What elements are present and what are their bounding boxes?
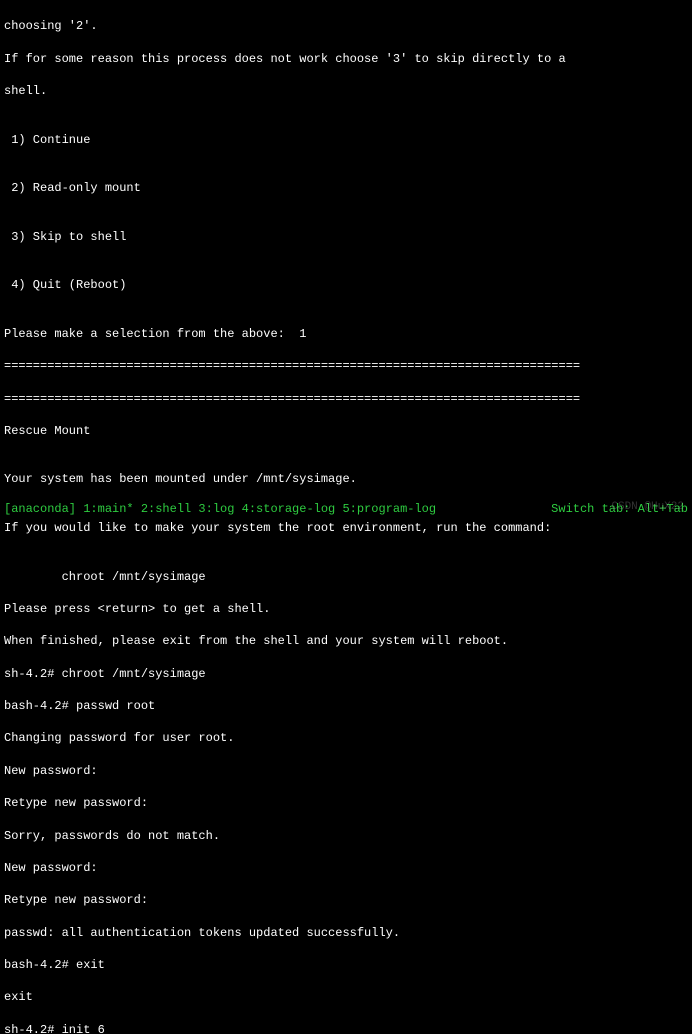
terminal-line: bash-4.2# passwd root xyxy=(4,698,688,714)
terminal-line: sh-4.2# chroot /mnt/sysimage xyxy=(4,666,688,682)
terminal-line: When finished, please exit from the shel… xyxy=(4,633,688,649)
terminal-line: exit xyxy=(4,989,688,1005)
terminal-line: chroot /mnt/sysimage xyxy=(4,569,688,585)
terminal-line: Changing password for user root. xyxy=(4,730,688,746)
terminal-line: 2) Read-only mount xyxy=(4,180,688,196)
terminal-line: choosing '2'. xyxy=(4,18,688,34)
terminal-line: New password: xyxy=(4,763,688,779)
terminal-line: 3) Skip to shell xyxy=(4,229,688,245)
terminal-line: 1) Continue xyxy=(4,132,688,148)
terminal-line: shell. xyxy=(4,83,688,99)
terminal-line: Please make a selection from the above: … xyxy=(4,326,688,342)
terminal-line: sh-4.2# init 6 xyxy=(4,1022,688,1034)
terminal-line: Retype new password: xyxy=(4,892,688,908)
terminal-line: 4) Quit (Reboot) xyxy=(4,277,688,293)
terminal-line: Your system has been mounted under /mnt/… xyxy=(4,471,688,487)
terminal-line: If you would like to make your system th… xyxy=(4,520,688,536)
terminal-line: Sorry, passwords do not match. xyxy=(4,828,688,844)
terminal-line: Rescue Mount xyxy=(4,423,688,439)
watermark: CSDN @HuX22 xyxy=(611,500,684,515)
terminal-line: ========================================… xyxy=(4,358,688,374)
terminal-line: bash-4.2# exit xyxy=(4,957,688,973)
terminal-line: New password: xyxy=(4,860,688,876)
status-tabs[interactable]: [anaconda] 1:main* 2:shell 3:log 4:stora… xyxy=(4,501,436,517)
terminal-line: Retype new password: xyxy=(4,795,688,811)
terminal-line: Please press <return> to get a shell. xyxy=(4,601,688,617)
terminal-line: If for some reason this process does not… xyxy=(4,51,688,67)
terminal-line: ========================================… xyxy=(4,391,688,407)
tmux-status-bar: [anaconda] 1:main* 2:shell 3:log 4:stora… xyxy=(0,501,692,517)
terminal-line: passwd: all authentication tokens update… xyxy=(4,925,688,941)
